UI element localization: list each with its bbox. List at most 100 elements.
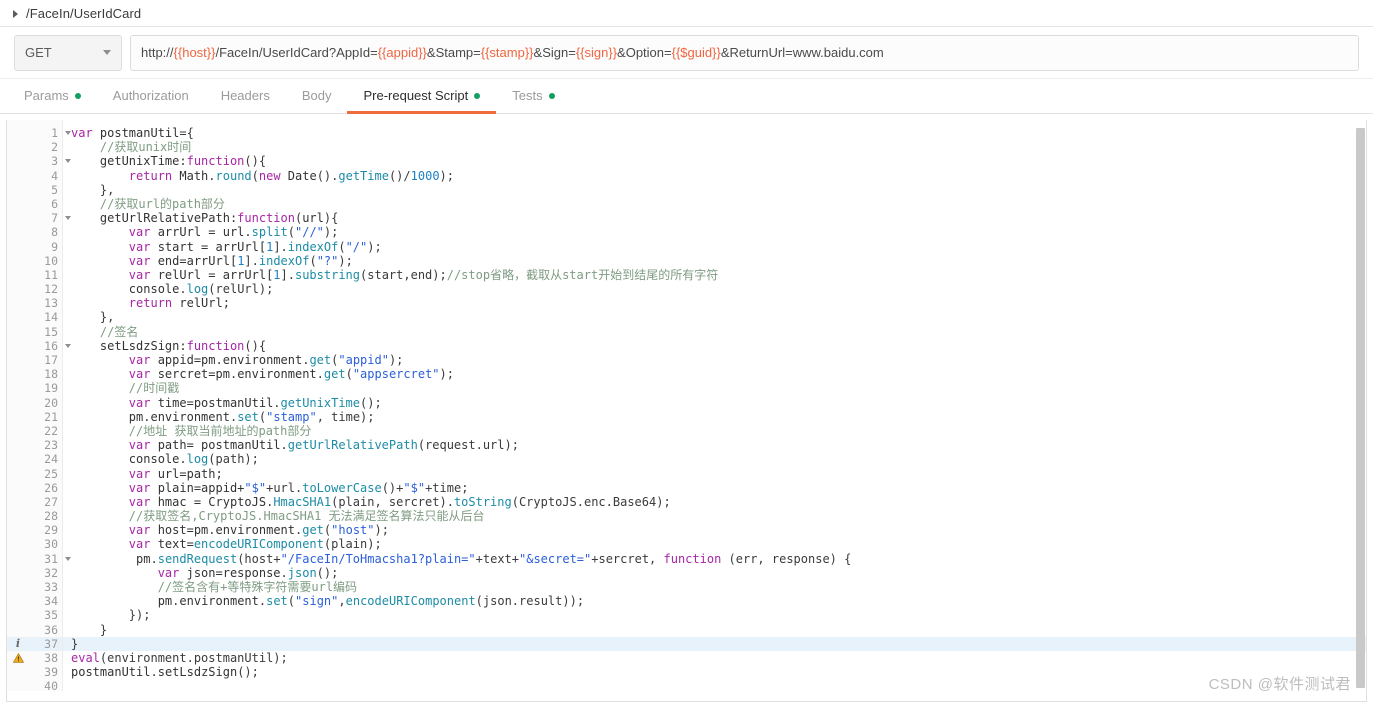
gutter-line-21[interactable]: 21 (7, 410, 62, 424)
tab-label: Params (24, 88, 69, 103)
code-token: ]. (244, 253, 259, 268)
tab-body[interactable]: Body (286, 80, 348, 114)
gutter-line-38[interactable]: 38 (7, 651, 62, 665)
line-number: 21 (44, 409, 58, 424)
code-line-14: }, (71, 310, 1366, 324)
code-token: hmac = CryptoJS (157, 494, 267, 509)
code-token: ()/ (388, 168, 411, 183)
url-variable-token: {{appid}} (377, 45, 427, 60)
gutter-line-30[interactable]: 30 (7, 537, 62, 551)
tab-params[interactable]: Params (8, 80, 97, 114)
gutter-line-13[interactable]: 13 (7, 296, 62, 310)
request-url-input[interactable]: http://{{host}}/FaceIn/UserIdCard?AppId=… (130, 34, 1359, 71)
gutter-line-28[interactable]: 28 (7, 509, 62, 523)
gutter-line-37[interactable]: i 37 (7, 636, 62, 651)
warning-triangle-icon[interactable] (11, 651, 25, 665)
gutter-line-18[interactable]: 18 (7, 367, 62, 381)
code-token: var (128, 480, 158, 495)
code-token: ); (338, 253, 353, 268)
code-token: substring (294, 267, 361, 282)
code-token: getUnixTime (280, 395, 361, 410)
gutter-line-6[interactable]: 6 (7, 197, 62, 211)
gutter-line-3[interactable]: 3 (7, 154, 71, 168)
code-token: sercret=pm (157, 367, 230, 382)
code-token: getUrlRelativePath: (71, 211, 238, 226)
editor-horizontal-scrollbar[interactable] (7, 691, 1356, 701)
gutter-line-31[interactable]: 31 (7, 552, 71, 566)
code-token: var (128, 225, 158, 240)
gutter-line-23[interactable]: 23 (7, 438, 62, 452)
gutter-line-14[interactable]: 14 (7, 310, 62, 324)
gutter-line-22[interactable]: 22 (7, 424, 62, 438)
gutter-line-10[interactable]: 10 (7, 254, 62, 268)
code-line-8: var arrUrl = url.split("//"); (71, 225, 1366, 239)
code-line-29: var host=pm.environment.get("host"); (71, 523, 1366, 537)
gutter-line-32[interactable]: 32 (7, 566, 62, 580)
code-token: var (128, 253, 158, 268)
gutter-line-5[interactable]: 5 (7, 183, 62, 197)
gutter-line-2[interactable]: 2 (7, 140, 62, 154)
tab-headers[interactable]: Headers (205, 80, 286, 114)
gutter-line-36[interactable]: 36 (7, 623, 62, 637)
code-token: indexOf (258, 253, 310, 268)
gutter-line-20[interactable]: 20 (7, 396, 62, 410)
code-token: +url. (266, 480, 303, 495)
tab-authorization[interactable]: Authorization (97, 80, 205, 114)
code-token: var (128, 466, 158, 481)
editor-vertical-scrollbar[interactable] (1356, 122, 1365, 688)
code-token: setLsdzSign: (71, 338, 187, 353)
triangle-right-icon[interactable] (10, 7, 22, 19)
code-token: ); (388, 353, 404, 367)
gutter-line-34[interactable]: 34 (7, 594, 62, 608)
code-token: . (150, 665, 158, 680)
line-number: 27 (44, 494, 58, 509)
gutter-line-19[interactable]: 19 (7, 381, 62, 395)
code-token: round (215, 168, 252, 183)
code-line-24: console.log(path); (71, 452, 1366, 466)
gutter-line-17[interactable]: 17 (7, 353, 62, 367)
code-token: (relUrl); (208, 282, 274, 297)
gutter-line-29[interactable]: 29 (7, 523, 62, 537)
gutter-line-25[interactable]: 25 (7, 467, 62, 481)
code-token: postmanUtil (71, 665, 151, 680)
info-marker-icon[interactable]: i (11, 637, 25, 651)
tab-tests[interactable]: Tests (496, 80, 570, 114)
scrollbar-thumb[interactable] (1356, 128, 1365, 688)
code-token: ); (374, 523, 389, 538)
code-token: function (663, 551, 729, 566)
gutter-line-8[interactable]: 8 (7, 225, 62, 239)
code-token: pm (71, 594, 173, 609)
code-token: . (208, 168, 216, 183)
code-token: . (280, 438, 288, 453)
editor-code-area[interactable]: var postmanUtil={ //获取unix时间 getUnixTime… (63, 120, 1366, 701)
gutter-line-12[interactable]: 12 (7, 282, 62, 296)
line-number: 11 (44, 267, 58, 282)
code-token: sendRequest (157, 551, 238, 566)
code-token: json (287, 565, 317, 580)
gutter-line-7[interactable]: 7 (7, 211, 71, 225)
gutter-line-35[interactable]: 35 (7, 608, 62, 622)
gutter-line-27[interactable]: 27 (7, 495, 62, 509)
gutter-line-33[interactable]: 33 (7, 580, 62, 594)
gutter-line-15[interactable]: 15 (7, 325, 62, 339)
gutter-line-4[interactable]: 4 (7, 169, 62, 183)
gutter-line-9[interactable]: 9 (7, 240, 62, 254)
code-token: }); (71, 608, 151, 623)
gutter-line-24[interactable]: 24 (7, 452, 62, 466)
url-text-token: &Stamp= (426, 45, 481, 60)
tab-pre-request-script[interactable]: Pre-request Script (347, 80, 497, 114)
gutter-line-16[interactable]: 16 (7, 339, 71, 353)
gutter-line-26[interactable]: 26 (7, 481, 62, 495)
code-token: appid=pm (157, 353, 216, 367)
gutter-line-1[interactable]: 1 (7, 126, 71, 140)
gutter-line-39[interactable]: 39 (7, 665, 62, 679)
line-number: 4 (51, 168, 58, 183)
editor-gutter: 1 2 3 4 5 6 7 8 9 10 11 12 13 14 15 16 17 18 19 20 21 22 23 24 2… (7, 120, 71, 701)
line-number: 10 (44, 253, 58, 268)
line-number: 25 (44, 466, 58, 481)
gutter-line-11[interactable]: 11 (7, 268, 62, 282)
http-method-select[interactable]: GET (14, 34, 122, 71)
code-token: "//" (295, 225, 324, 240)
code-token: +time; (425, 480, 469, 495)
